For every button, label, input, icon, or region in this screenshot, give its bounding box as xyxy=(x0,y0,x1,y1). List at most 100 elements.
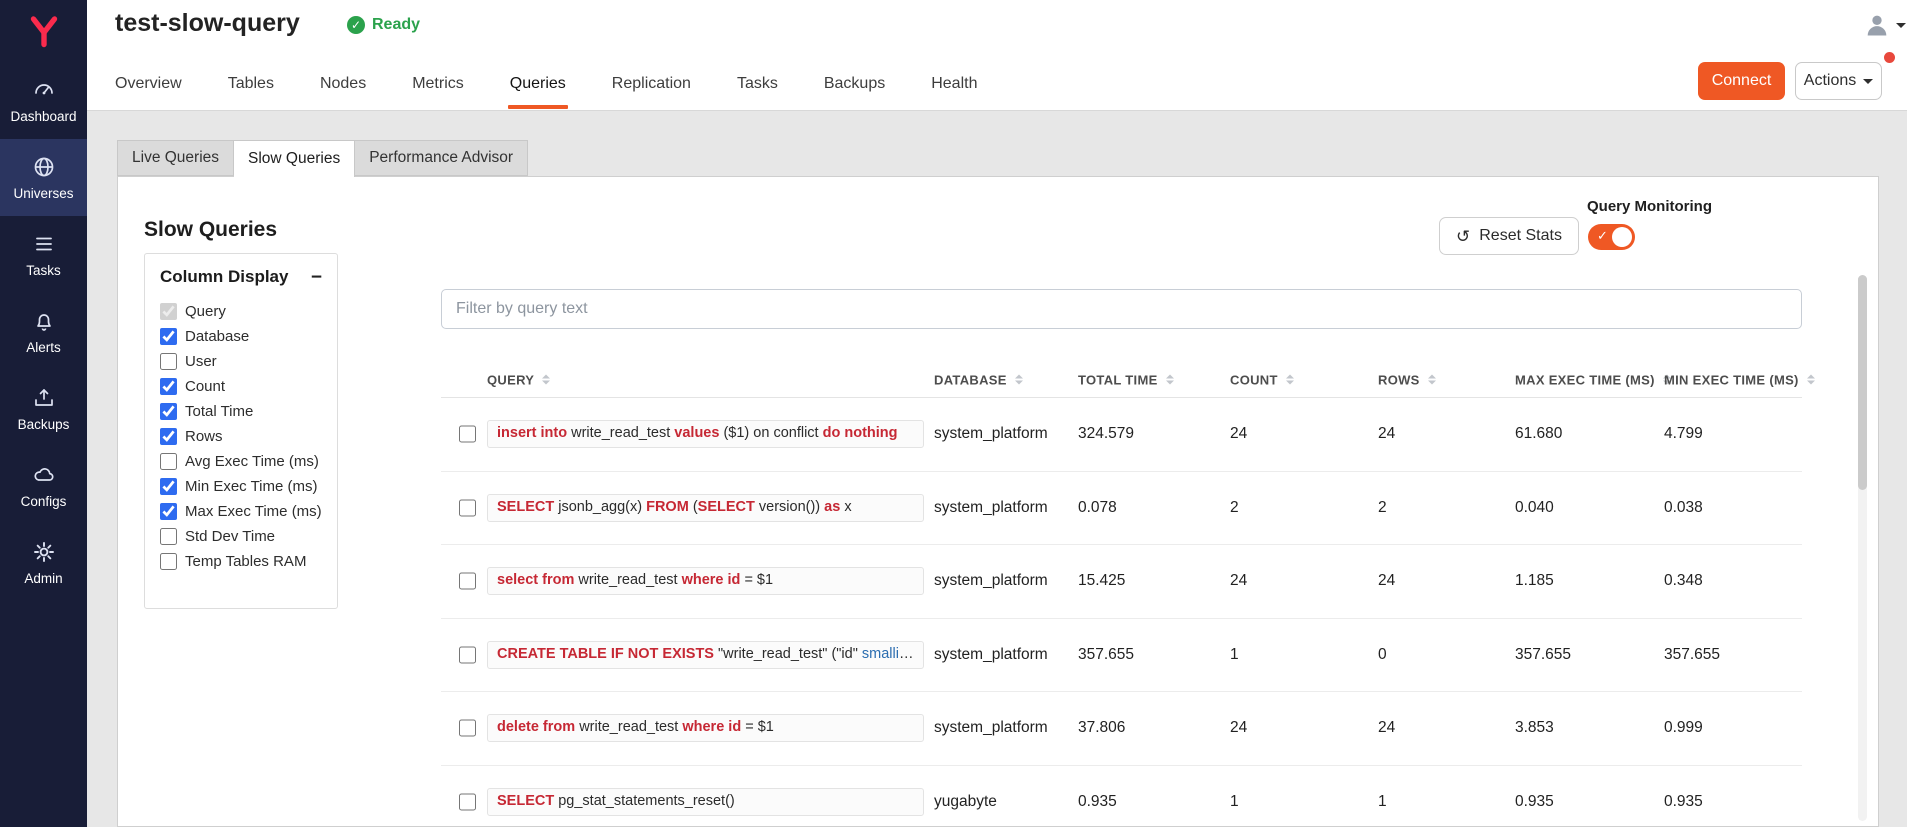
cell-rows: 24 xyxy=(1378,425,1395,443)
query-cell[interactable]: delete from write_read_test where id = $… xyxy=(487,714,924,742)
tab-nodes[interactable]: Nodes xyxy=(320,56,366,111)
cell-database: system_platform xyxy=(934,572,1048,590)
tab-health[interactable]: Health xyxy=(931,56,977,111)
column-option-label: Count xyxy=(185,378,225,395)
status-badge-label: Ready xyxy=(372,16,420,34)
table-row: CREATE TABLE IF NOT EXISTS "write_read_t… xyxy=(441,619,1802,693)
row-checkbox[interactable] xyxy=(459,646,476,663)
query-cell[interactable]: select from write_read_test where id = $… xyxy=(487,567,924,595)
sidebar-item-tasks[interactable]: Tasks xyxy=(0,216,87,293)
row-checkbox[interactable] xyxy=(459,720,476,737)
backups-icon xyxy=(32,386,56,410)
cell-total-time: 15.425 xyxy=(1078,572,1125,590)
column-option-count[interactable]: Count xyxy=(160,374,322,399)
query-cell[interactable]: insert into write_read_test values ($1) … xyxy=(487,420,924,448)
column-header-count[interactable]: COUNT xyxy=(1230,372,1294,387)
sort-asc-icon xyxy=(1428,375,1436,379)
status-badge: ✓ Ready xyxy=(347,16,420,34)
column-header-label: QUERY xyxy=(487,372,534,387)
sidebar-item-dashboard[interactable]: Dashboard xyxy=(0,62,87,139)
cell-rows: 2 xyxy=(1378,499,1387,517)
sort-desc-icon xyxy=(1286,381,1294,385)
chevron-down-icon xyxy=(1863,79,1873,84)
scrollbar-thumb[interactable] xyxy=(1858,275,1867,490)
sidebar-item-configs[interactable]: Configs xyxy=(0,447,87,524)
column-option-avg-exec-time-ms[interactable]: Avg Exec Time (ms) xyxy=(160,449,322,474)
checkbox-avg-exec-time-ms[interactable] xyxy=(160,453,177,470)
column-header-database[interactable]: DATABASE xyxy=(934,372,1023,387)
cell-min-exec-time-ms: 0.999 xyxy=(1664,719,1703,737)
subtab-performance-advisor[interactable]: Performance Advisor xyxy=(355,140,528,176)
query-cell[interactable]: SELECT pg_stat_statements_reset() xyxy=(487,788,924,816)
column-option-max-exec-time-ms[interactable]: Max Exec Time (ms) xyxy=(160,499,322,524)
query-cell[interactable]: SELECT jsonb_agg(x) FROM (SELECT version… xyxy=(487,494,924,522)
vertical-scrollbar[interactable] xyxy=(1858,275,1867,821)
sidebar-item-admin[interactable]: Admin xyxy=(0,524,87,601)
tab-metrics[interactable]: Metrics xyxy=(412,56,464,111)
checkbox-std-dev-time[interactable] xyxy=(160,528,177,545)
cell-max-exec-time-ms: 3.853 xyxy=(1515,719,1554,737)
sidebar-item-backups[interactable]: Backups xyxy=(0,370,87,447)
column-display-title: Column Display xyxy=(160,267,288,287)
query-cell[interactable]: CREATE TABLE IF NOT EXISTS "write_read_t… xyxy=(487,641,924,669)
table-row: insert into write_read_test values ($1) … xyxy=(441,398,1802,472)
tab-queries[interactable]: Queries xyxy=(510,56,566,111)
actions-button[interactable]: Actions xyxy=(1795,62,1882,100)
sidebar-item-universes[interactable]: Universes xyxy=(0,139,87,216)
column-header-max-exec-time-ms[interactable]: MAX EXEC TIME (MS) xyxy=(1515,372,1671,387)
column-option-user[interactable]: User xyxy=(160,349,322,374)
sql-segment: x xyxy=(844,499,851,515)
alerts-icon xyxy=(32,309,56,333)
sort-asc-icon xyxy=(1807,375,1815,379)
sidebar-nav: DashboardUniversesTasksAlertsBackupsConf… xyxy=(0,62,87,601)
sidebar-item-alerts[interactable]: Alerts xyxy=(0,293,87,370)
sql-segment: select from xyxy=(497,572,578,588)
column-header-rows[interactable]: ROWS xyxy=(1378,372,1436,387)
tab-replication[interactable]: Replication xyxy=(612,56,691,111)
yugabyte-logo[interactable] xyxy=(0,0,87,62)
column-header-query[interactable]: QUERY xyxy=(487,372,550,387)
row-checkbox[interactable] xyxy=(459,499,476,516)
column-option-min-exec-time-ms[interactable]: Min Exec Time (ms) xyxy=(160,474,322,499)
row-checkbox[interactable] xyxy=(459,426,476,443)
connect-button[interactable]: Connect xyxy=(1698,62,1785,100)
minus-icon[interactable]: − xyxy=(311,268,322,287)
column-option-total-time[interactable]: Total Time xyxy=(160,399,322,424)
tab-backups[interactable]: Backups xyxy=(824,56,885,111)
sidebar-item-label: Admin xyxy=(24,571,62,586)
cell-min-exec-time-ms: 0.935 xyxy=(1664,793,1703,811)
row-checkbox[interactable] xyxy=(459,573,476,590)
cell-max-exec-time-ms: 1.185 xyxy=(1515,572,1554,590)
cell-min-exec-time-ms: 0.038 xyxy=(1664,499,1703,517)
subtab-slow-queries[interactable]: Slow Queries xyxy=(234,140,355,177)
checkbox-rows[interactable] xyxy=(160,428,177,445)
column-option-temp-tables-ram[interactable]: Temp Tables RAM xyxy=(160,549,322,574)
sort-icon xyxy=(1428,375,1436,385)
checkbox-max-exec-time-ms[interactable] xyxy=(160,503,177,520)
tab-tasks[interactable]: Tasks xyxy=(737,56,778,111)
column-option-std-dev-time[interactable]: Std Dev Time xyxy=(160,524,322,549)
checkbox-user[interactable] xyxy=(160,353,177,370)
tab-overview[interactable]: Overview xyxy=(115,56,182,111)
column-option-database[interactable]: Database xyxy=(160,324,322,349)
checkbox-total-time[interactable] xyxy=(160,403,177,420)
column-header-min-exec-time-ms[interactable]: MIN EXEC TIME (MS) xyxy=(1664,372,1815,387)
row-checkbox[interactable] xyxy=(459,793,476,810)
cell-rows: 24 xyxy=(1378,572,1395,590)
column-option-query[interactable]: Query xyxy=(160,299,322,324)
column-header-total-time[interactable]: TOTAL TIME xyxy=(1078,372,1174,387)
checkbox-count[interactable] xyxy=(160,378,177,395)
checkbox-min-exec-time-ms[interactable] xyxy=(160,478,177,495)
sort-asc-icon xyxy=(1166,375,1174,379)
checkbox-temp-tables-ram[interactable] xyxy=(160,553,177,570)
tab-tables[interactable]: Tables xyxy=(228,56,274,111)
table-header-row: QUERY DATABASE TOTAL TIME COUNT ROWS MAX EXEC… xyxy=(441,362,1802,398)
sort-desc-icon xyxy=(1428,381,1436,385)
subtab-live-queries[interactable]: Live Queries xyxy=(117,140,234,176)
user-icon xyxy=(1863,11,1891,39)
column-option-rows[interactable]: Rows xyxy=(160,424,322,449)
cell-count: 1 xyxy=(1230,646,1239,664)
user-menu[interactable] xyxy=(1863,11,1906,39)
checkbox-database[interactable] xyxy=(160,328,177,345)
column-option-label: Total Time xyxy=(185,403,253,420)
